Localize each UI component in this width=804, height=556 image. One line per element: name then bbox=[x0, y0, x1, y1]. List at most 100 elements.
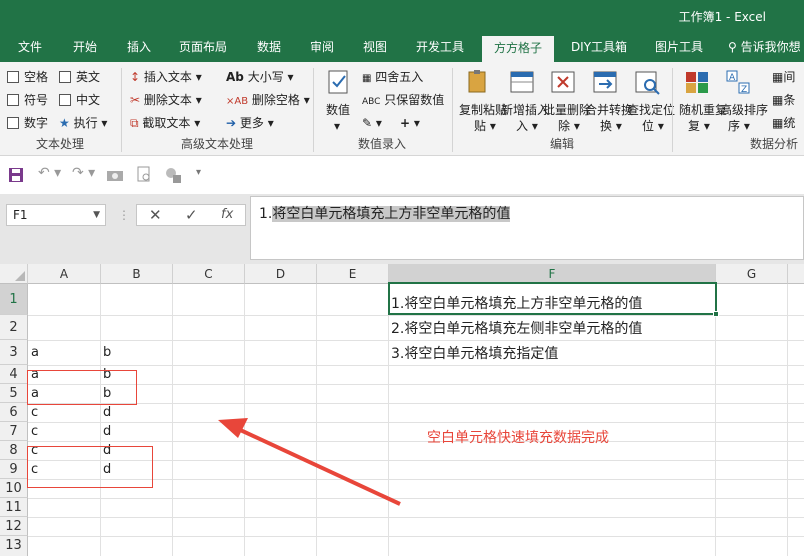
insert-text-icon: ↕ bbox=[130, 70, 141, 84]
checkbox-symbol[interactable]: 符号 bbox=[7, 92, 48, 108]
checkbox-number[interactable]: 数字 bbox=[7, 115, 48, 131]
col-header-g[interactable]: G bbox=[716, 264, 788, 284]
case-button[interactable]: Ab 大小写 ▾ bbox=[226, 69, 294, 85]
plus-dropdown-button[interactable]: + ▾ bbox=[400, 115, 420, 131]
name-box[interactable]: F1 ▼ bbox=[6, 204, 106, 226]
find-locate-label-2: 位 ▾ bbox=[642, 119, 664, 133]
tab-developer[interactable]: 开发工具 bbox=[404, 34, 476, 62]
save-icon[interactable] bbox=[8, 167, 24, 183]
row-header-4[interactable]: 4 bbox=[0, 365, 28, 384]
tab-tell-me[interactable]: ⚲ 告诉我你想 bbox=[728, 34, 804, 62]
select-all-corner[interactable] bbox=[0, 264, 28, 284]
col-header-d[interactable]: D bbox=[245, 264, 317, 284]
col-header-a[interactable]: A bbox=[28, 264, 101, 284]
partial-button-2[interactable]: ▦条 bbox=[772, 92, 795, 108]
group-label-text-processing: 文本处理 bbox=[35, 137, 84, 151]
partial-button-3[interactable]: ▦统 bbox=[772, 115, 795, 131]
col-header-f[interactable]: F bbox=[389, 264, 716, 284]
partial-button-1[interactable]: ▦间 bbox=[772, 69, 795, 85]
extract-text-label: 截取文本 bbox=[142, 116, 191, 130]
plus-icon: + bbox=[400, 116, 411, 130]
tab-review[interactable]: 审阅 bbox=[300, 34, 344, 62]
insert-function-icon[interactable]: fx bbox=[221, 207, 233, 222]
partial-label-3: 统 bbox=[783, 116, 796, 130]
camera-icon[interactable] bbox=[106, 167, 124, 183]
insert-new-label: 新增插入 bbox=[501, 103, 550, 117]
gridline bbox=[28, 365, 804, 366]
cell-f1[interactable]: 1.将空白单元格填充上方非空单元格的值 bbox=[391, 293, 642, 313]
row-header-8[interactable]: 8 bbox=[0, 441, 28, 460]
tab-home[interactable]: 开始 bbox=[62, 34, 108, 62]
cell-f3[interactable]: 3.将空白单元格填充指定值 bbox=[391, 343, 558, 363]
cancel-icon[interactable]: ✕ bbox=[149, 206, 162, 224]
checkbox-chinese[interactable]: 中文 bbox=[59, 92, 100, 108]
col-header-e[interactable]: E bbox=[317, 264, 389, 284]
tab-file[interactable]: 文件 bbox=[8, 34, 52, 62]
checkbox-english[interactable]: 英文 bbox=[59, 69, 100, 85]
cell-a7[interactable]: c bbox=[31, 424, 38, 439]
round-button[interactable]: ▦ 四舍五入 bbox=[362, 69, 423, 87]
extract-text-button[interactable]: ⧉ 截取文本 ▾ bbox=[130, 115, 200, 131]
row-header-7[interactable]: 7 bbox=[0, 422, 28, 441]
pencil-icon: ✎ bbox=[362, 116, 373, 130]
row-header-3[interactable]: 3 bbox=[0, 340, 28, 365]
tab-picture-tools[interactable]: 图片工具 bbox=[646, 34, 712, 62]
group-label-edit: 编辑 bbox=[549, 137, 574, 151]
delete-space-button[interactable]: ×AB 删除空格 ▾ bbox=[226, 92, 310, 110]
chevron-down-icon: ▼ bbox=[93, 210, 100, 220]
cell-b6[interactable]: d bbox=[103, 405, 111, 420]
format-icon[interactable] bbox=[164, 166, 182, 184]
cell-b3[interactable]: b bbox=[103, 345, 111, 360]
cell-f2[interactable]: 2.将空白单元格填充左侧非空单元格的值 bbox=[391, 318, 642, 338]
chevron-down-icon: ▾ bbox=[334, 119, 341, 133]
clipboard-icon bbox=[468, 70, 486, 93]
gridline bbox=[172, 284, 173, 556]
cell-a3[interactable]: a bbox=[31, 345, 39, 360]
svg-text:A: A bbox=[729, 73, 736, 83]
ribbon-tabs: 文件 开始 插入 页面布局 数据 审阅 视图 开发工具 方方格子 DIY工具箱 … bbox=[0, 34, 804, 62]
execute-button[interactable]: ★ 执行 ▾ bbox=[59, 115, 107, 131]
tab-page-layout[interactable]: 页面布局 bbox=[172, 34, 234, 62]
random-repeat-label-2: 复 ▾ bbox=[688, 119, 710, 133]
cell-a6[interactable]: c bbox=[31, 405, 38, 420]
row-header-11[interactable]: 11 bbox=[0, 498, 28, 517]
col-header-b[interactable]: B bbox=[101, 264, 173, 284]
undo-icon[interactable]: ↶ ▾ bbox=[38, 165, 61, 181]
tab-diy-toolbox[interactable]: DIY工具箱 bbox=[562, 34, 636, 62]
case-icon: Ab bbox=[226, 70, 244, 84]
insert-text-button[interactable]: ↕ 插入文本 ▾ bbox=[130, 69, 202, 85]
row-header-9[interactable]: 9 bbox=[0, 460, 28, 479]
tab-insert[interactable]: 插入 bbox=[116, 34, 162, 62]
tab-view[interactable]: 视图 bbox=[352, 34, 398, 62]
delete-text-button[interactable]: ✂ 删除文本 ▾ bbox=[130, 92, 202, 108]
checkbox-label: 中文 bbox=[76, 93, 101, 107]
more-button[interactable]: ➔ 更多 ▾ bbox=[226, 115, 274, 131]
row-header-1[interactable]: 1 bbox=[0, 284, 28, 315]
col-header-c[interactable]: C bbox=[173, 264, 245, 284]
window-title: 工作簿1 - Excel bbox=[678, 10, 766, 24]
worksheet-grid[interactable]: A B C D E F G 1 2 3 4 5 6 7 8 9 10 11 12… bbox=[0, 264, 804, 556]
round-icon: ▦ bbox=[362, 73, 372, 84]
row-header-10[interactable]: 10 bbox=[0, 479, 28, 498]
keep-numeric-button[interactable]: ABC 只保留数值 bbox=[362, 92, 444, 110]
print-preview-icon[interactable] bbox=[136, 166, 152, 184]
redo-icon[interactable]: ↷ ▾ bbox=[72, 165, 95, 181]
row-header-2[interactable]: 2 bbox=[0, 315, 28, 340]
row-header-5[interactable]: 5 bbox=[0, 384, 28, 403]
cell-b7[interactable]: d bbox=[103, 424, 111, 439]
tab-fangfangezi[interactable]: 方方格子 bbox=[482, 36, 554, 62]
corner-triangle-icon bbox=[15, 271, 25, 281]
ribbon: 空格 英文 符号 中文 数字 ★ 执行 ▾ 文本处理 ↕ 插入文本 ▾ ✂ 删除… bbox=[0, 62, 804, 156]
row-header-12[interactable]: 12 bbox=[0, 517, 28, 536]
formula-input[interactable]: 1.将空白单元格填充上方非空单元格的值 bbox=[250, 196, 804, 260]
customize-qat-icon[interactable]: ▾ bbox=[196, 167, 201, 178]
merge-convert-label-2: 换 ▾ bbox=[600, 119, 622, 133]
row-header-6[interactable]: 6 bbox=[0, 403, 28, 422]
edit-dropdown-button[interactable]: ✎ ▾ bbox=[362, 115, 382, 131]
fill-handle[interactable] bbox=[713, 311, 719, 317]
checkbox-space[interactable]: 空格 bbox=[7, 69, 48, 85]
row-header-13[interactable]: 13 bbox=[0, 536, 28, 556]
tab-data[interactable]: 数据 bbox=[246, 34, 292, 62]
enter-icon[interactable]: ✓ bbox=[185, 206, 198, 224]
checkbox-box bbox=[7, 117, 19, 129]
